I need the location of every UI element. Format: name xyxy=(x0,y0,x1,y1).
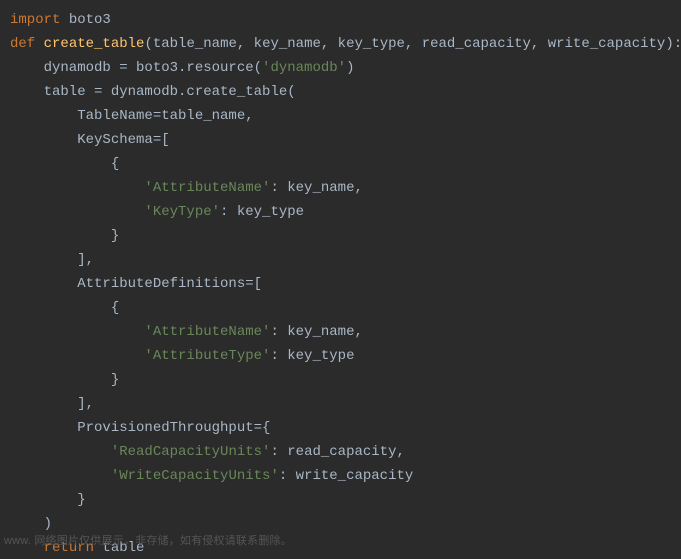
code-token: import xyxy=(10,12,60,28)
code-token: ], xyxy=(10,252,94,268)
code-line: KeySchema=[ xyxy=(10,132,170,148)
code-line: 'KeyType': key_type xyxy=(10,204,304,220)
code-token: table xyxy=(94,540,144,556)
code-token: { xyxy=(10,300,119,316)
code-token: 'WriteCapacityUnits' xyxy=(111,468,279,484)
code-token xyxy=(10,204,144,220)
code-line: dynamodb = boto3.resource('dynamodb') xyxy=(10,60,354,76)
code-token: boto3 xyxy=(60,12,110,28)
code-token: table = dynamodb.create_table( xyxy=(10,84,296,100)
code-token: ) xyxy=(10,516,52,532)
code-token xyxy=(10,540,44,556)
code-line: ProvisionedThroughput={ xyxy=(10,420,270,436)
code-token: create_table xyxy=(44,36,145,52)
code-token: ], xyxy=(10,396,94,412)
code-token: return xyxy=(44,540,94,556)
code-block: import boto3 def create_table(table_name… xyxy=(0,0,681,559)
code-line: 'AttributeType': key_type xyxy=(10,348,354,364)
code-line: 'ReadCapacityUnits': read_capacity, xyxy=(10,444,405,460)
code-token: : key_type xyxy=(220,204,304,220)
code-token: } xyxy=(10,372,119,388)
code-line: } xyxy=(10,228,119,244)
code-token xyxy=(10,180,144,196)
code-token: : read_capacity, xyxy=(270,444,404,460)
code-token xyxy=(10,468,111,484)
code-line: TableName=table_name, xyxy=(10,108,254,124)
code-token: TableName=table_name, xyxy=(10,108,254,124)
code-token: 'KeyType' xyxy=(144,204,220,220)
code-line: ], xyxy=(10,396,94,412)
code-line: { xyxy=(10,300,119,316)
code-token xyxy=(10,444,111,460)
code-line: 'AttributeName': key_name, xyxy=(10,180,363,196)
code-token: 'ReadCapacityUnits' xyxy=(111,444,271,460)
code-token: { xyxy=(10,156,119,172)
code-token: KeySchema=[ xyxy=(10,132,170,148)
code-token: : key_name, xyxy=(270,180,362,196)
code-token: 'AttributeType' xyxy=(144,348,270,364)
code-line: { xyxy=(10,156,119,172)
code-token: 'dynamodb' xyxy=(262,60,346,76)
code-token: def xyxy=(10,36,35,52)
code-token xyxy=(10,324,144,340)
code-token xyxy=(35,36,43,52)
code-token: dynamodb = boto3.resource( xyxy=(10,60,262,76)
code-token: ProvisionedThroughput={ xyxy=(10,420,270,436)
code-token: AttributeDefinitions=[ xyxy=(10,276,262,292)
code-line: } xyxy=(10,492,86,508)
code-token: ) xyxy=(346,60,354,76)
code-token: (table_name, key_name, key_type, read_ca… xyxy=(144,36,681,52)
code-token: } xyxy=(10,492,86,508)
code-line: 'AttributeName': key_name, xyxy=(10,324,363,340)
code-line: 'WriteCapacityUnits': write_capacity xyxy=(10,468,413,484)
code-line: def create_table(table_name, key_name, k… xyxy=(10,36,681,52)
code-line: AttributeDefinitions=[ xyxy=(10,276,262,292)
code-line: } xyxy=(10,372,119,388)
code-line: ) xyxy=(10,516,52,532)
code-token: 'AttributeName' xyxy=(144,180,270,196)
code-line: return table xyxy=(10,540,144,556)
code-token: : write_capacity xyxy=(279,468,413,484)
code-token: : key_type xyxy=(270,348,354,364)
code-token xyxy=(10,348,144,364)
code-line: table = dynamodb.create_table( xyxy=(10,84,296,100)
code-token: } xyxy=(10,228,119,244)
code-line: import boto3 xyxy=(10,12,111,28)
code-token: 'AttributeName' xyxy=(144,324,270,340)
code-token: : key_name, xyxy=(270,324,362,340)
code-line: ], xyxy=(10,252,94,268)
